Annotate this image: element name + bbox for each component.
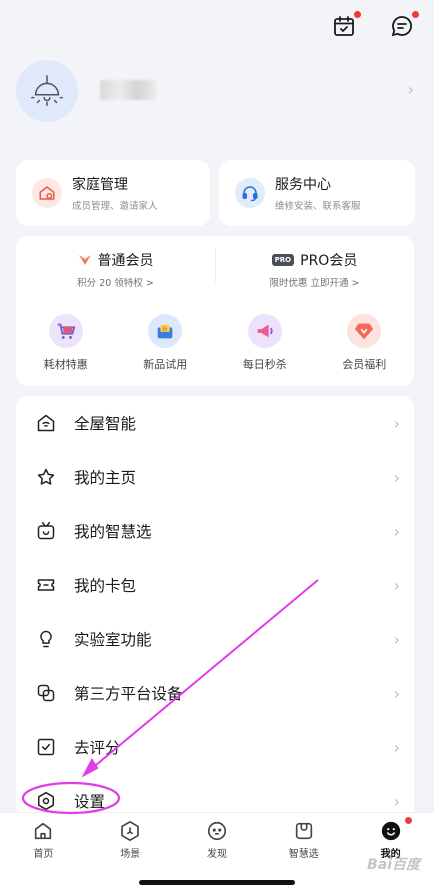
benefit-member-welfare[interactable]: 会员福利 [315, 314, 415, 372]
benefit-label: 耗材特惠 [43, 358, 88, 371]
discover-icon [207, 821, 227, 841]
pro-badge: PRO [271, 254, 295, 266]
top-actions [330, 11, 419, 40]
chevron-right-icon: › [393, 791, 400, 811]
nav-label: 首页 [33, 849, 54, 860]
member-crown-icon [78, 255, 91, 265]
gift-icon: 新 [148, 314, 183, 348]
bulb-icon [36, 629, 56, 649]
me-icon [381, 821, 400, 841]
pro-member[interactable]: PRO PRO会员 限时优惠 立即开通 > [215, 246, 414, 292]
menu-item-smart-select[interactable]: 我的智慧选 › [16, 504, 414, 558]
regular-member-title: 普通会员 [97, 253, 154, 269]
benefit-consumables[interactable]: 耗材特惠 [16, 314, 116, 372]
home-indicator [139, 880, 295, 885]
settings-icon [36, 791, 56, 811]
pro-member-subtitle: 限时优惠 立即开通 [269, 278, 349, 289]
menu-item-label: 去评分 [74, 739, 121, 757]
megaphone-icon [247, 314, 282, 348]
family-management-card[interactable]: 家庭管理 成员管理、邀请家人 [16, 160, 210, 226]
menu-item-label: 我的智慧选 [74, 523, 152, 541]
home-settings-icon [32, 178, 62, 208]
chevron-right-icon: › [393, 413, 400, 433]
cart-icon [48, 314, 83, 348]
menu-list: 全屋智能 › 我的主页 › 我的智慧选 › 我的卡包 › 实验室功能 › 第三方… [16, 396, 414, 822]
menu-item-label: 全屋智能 [74, 415, 137, 433]
benefit-label: 每日秒杀 [242, 358, 287, 371]
watermark: Bai百度 [367, 857, 420, 873]
lamp-icon [31, 75, 63, 107]
membership-card: 普通会员 积分 20 领特权 > PRO PRO会员 限时优惠 立即开通 > 耗… [16, 236, 414, 386]
home-icon [35, 822, 52, 840]
bottom-navigation: 首页 场景 发现 智慧选 我的 [0, 812, 434, 892]
menu-item-card-wallet[interactable]: 我的卡包 › [16, 558, 414, 612]
smart-home-icon [36, 413, 56, 433]
service-center-card[interactable]: 服务中心 维修安装、联系客服 [219, 160, 415, 226]
menu-item-label: 实验室功能 [74, 631, 152, 649]
star-icon [36, 467, 56, 487]
diamond-icon [347, 314, 382, 348]
profile-row[interactable]: › [16, 60, 418, 124]
service-center-title: 服务中心 [275, 177, 331, 193]
notification-dot [412, 11, 419, 18]
calendar-check-icon[interactable] [330, 11, 361, 40]
menu-item-my-homepage[interactable]: 我的主页 › [16, 450, 414, 504]
service-center-subtitle: 维修安装、联系客服 [275, 201, 361, 212]
benefit-new-trial[interactable]: 新 新品试用 [116, 314, 216, 372]
chevron-right-icon: › [393, 629, 400, 649]
bag-icon [295, 822, 312, 840]
benefit-flash-sale[interactable]: 每日秒杀 [215, 314, 315, 372]
nav-home[interactable]: 首页 [0, 813, 87, 871]
notification-dot [404, 817, 412, 824]
headset-icon [235, 178, 265, 208]
divider [215, 248, 216, 282]
chevron-right-icon: > [145, 278, 154, 289]
user-name-blurred [100, 80, 156, 100]
nav-label: 智慧选 [288, 849, 319, 860]
menu-item-third-party-devices[interactable]: 第三方平台设备 › [16, 666, 414, 720]
nav-label: 场景 [120, 849, 141, 860]
chevron-right-icon: > [351, 278, 360, 289]
pro-member-title: PRO会员 [300, 253, 358, 269]
menu-item-label: 我的卡包 [74, 577, 137, 595]
benefit-label: 会员福利 [342, 358, 387, 371]
menu-item-label: 第三方平台设备 [74, 685, 183, 703]
avatar[interactable] [16, 60, 78, 122]
nav-discover[interactable]: 发现 [174, 813, 261, 871]
nav-scene[interactable]: 场景 [87, 813, 174, 871]
family-management-subtitle: 成员管理、邀请家人 [72, 201, 158, 212]
regular-member[interactable]: 普通会员 积分 20 领特权 > [16, 246, 215, 292]
check-square-icon [36, 737, 56, 757]
chevron-right-icon: › [393, 683, 400, 703]
nav-label: 发现 [206, 849, 227, 860]
menu-item-whole-house[interactable]: 全屋智能 › [16, 396, 414, 450]
chevron-right-icon: › [393, 737, 400, 757]
benefit-label: 新品试用 [143, 358, 188, 371]
menu-item-lab-features[interactable]: 实验室功能 › [16, 612, 414, 666]
link-icon [36, 683, 56, 703]
svg-text:新: 新 [162, 325, 168, 333]
menu-item-label: 设置 [74, 793, 106, 811]
family-management-title: 家庭管理 [72, 177, 128, 193]
menu-item-rate[interactable]: 去评分 › [16, 720, 414, 774]
notification-dot [354, 11, 361, 18]
nav-smart-select[interactable]: 智慧选 [260, 813, 347, 871]
ticket-icon [36, 575, 56, 595]
scene-icon [121, 821, 139, 841]
tv-smile-icon [36, 521, 56, 541]
chevron-right-icon: › [393, 521, 400, 541]
chat-bubble-icon[interactable] [388, 11, 419, 40]
regular-member-subtitle: 积分 20 领特权 [77, 278, 143, 289]
menu-item-label: 我的主页 [74, 469, 137, 487]
chevron-right-icon: › [393, 467, 400, 487]
chevron-right-icon: › [393, 575, 400, 595]
chevron-right-icon: › [407, 80, 414, 99]
